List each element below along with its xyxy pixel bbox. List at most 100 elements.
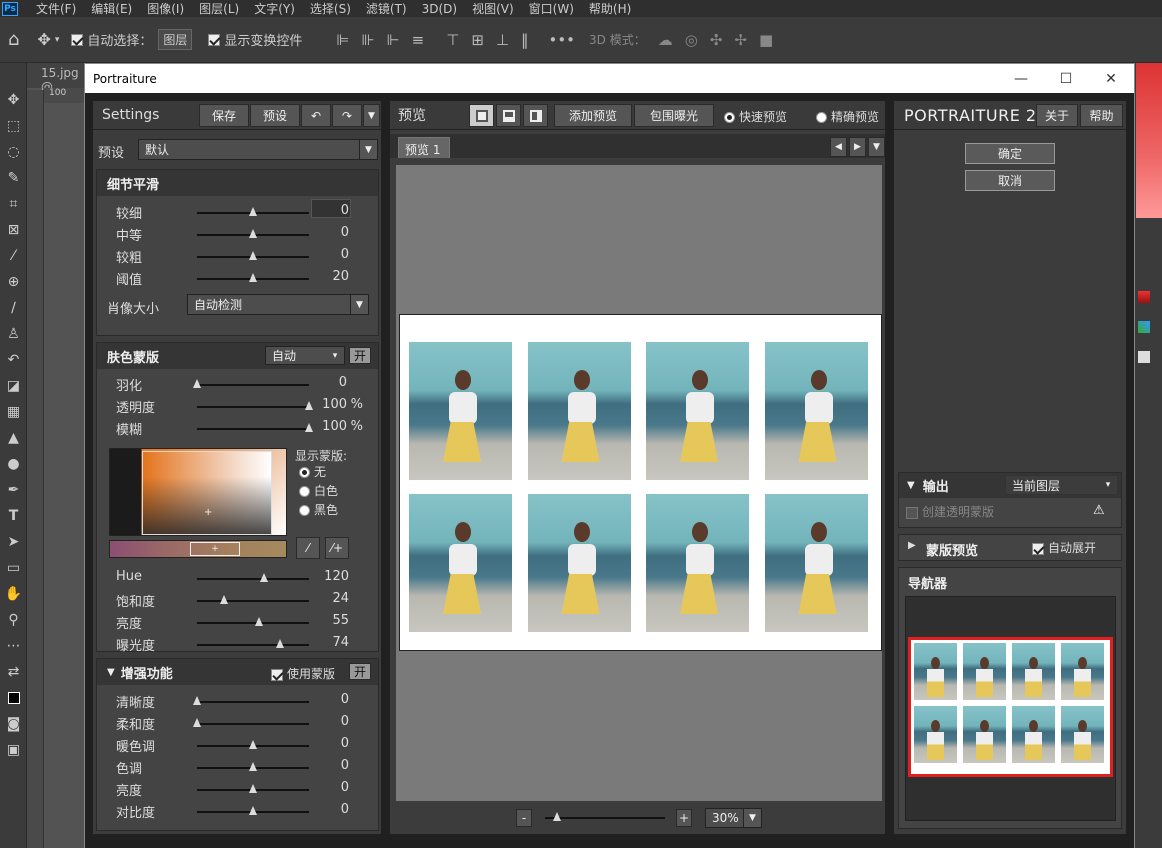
stamp-tool-icon[interactable]: ♙ bbox=[0, 321, 27, 347]
menu-view[interactable]: 视图(V) bbox=[472, 0, 514, 17]
slider-value[interactable]: 0 bbox=[341, 714, 349, 729]
menu-select[interactable]: 选择(S) bbox=[310, 0, 351, 17]
show-mask-black[interactable]: 黑色 bbox=[299, 501, 338, 520]
auto-expand-checkbox[interactable]: 自动展开 bbox=[1032, 539, 1096, 556]
crop-tool-icon[interactable]: ⌗ bbox=[0, 191, 27, 217]
help-button[interactable]: 帮助 bbox=[1080, 104, 1123, 127]
type-tool-icon[interactable]: T bbox=[0, 503, 27, 529]
slider-value[interactable]: 0 bbox=[341, 225, 349, 240]
slider-knob[interactable] bbox=[219, 595, 228, 604]
camera-icon[interactable]: ■ bbox=[759, 31, 773, 49]
show-mask-none[interactable]: 无 bbox=[299, 463, 338, 482]
align-middle-icon[interactable]: ⊞ bbox=[471, 31, 484, 49]
slider-knob[interactable] bbox=[249, 273, 257, 282]
blur-tool-icon[interactable]: ▲ bbox=[0, 425, 27, 451]
clip-exposure-button[interactable]: 包围曝光 bbox=[634, 104, 714, 127]
slider-knob[interactable] bbox=[260, 573, 269, 582]
slider-track[interactable] bbox=[197, 644, 309, 646]
hue-range-window[interactable]: + bbox=[190, 542, 240, 556]
slider-knob[interactable] bbox=[249, 251, 257, 260]
slider-value[interactable]: 0 bbox=[339, 375, 347, 390]
slider-track[interactable] bbox=[197, 723, 309, 725]
slider-value[interactable]: 0 bbox=[341, 203, 349, 218]
swap-colors-icon[interactable]: ⇄ bbox=[0, 659, 27, 685]
maximize-icon[interactable]: ☐ bbox=[1043, 64, 1089, 93]
split-horizontal-icon[interactable] bbox=[496, 104, 521, 127]
swatch-gradient-icon[interactable] bbox=[1138, 321, 1150, 333]
preset-dropdown[interactable]: 默认 ▼ bbox=[138, 139, 378, 160]
slide-icon[interactable]: ✢ bbox=[734, 31, 747, 49]
slider-knob[interactable] bbox=[305, 423, 313, 432]
shape-tool-icon[interactable]: ▭ bbox=[0, 555, 27, 581]
swatch-pattern-icon[interactable] bbox=[1138, 351, 1150, 363]
document-tab[interactable]: 15.jpg @ bbox=[27, 63, 87, 94]
slider-knob[interactable] bbox=[275, 639, 284, 648]
zoom-slider-knob[interactable] bbox=[553, 812, 561, 821]
swatch-red-icon[interactable] bbox=[1138, 291, 1150, 303]
slider-track[interactable] bbox=[197, 622, 309, 624]
hue-range-bar[interactable]: + bbox=[109, 540, 287, 558]
about-button[interactable]: 关于 bbox=[1036, 104, 1078, 127]
navigator-view[interactable] bbox=[905, 596, 1116, 821]
gradient-icon[interactable]: ▦ bbox=[0, 399, 27, 425]
tab-menu-icon[interactable]: ▼ bbox=[868, 137, 885, 157]
ok-button[interactable]: 确定 bbox=[965, 143, 1055, 164]
slider-value[interactable]: 0 bbox=[341, 692, 349, 707]
zoom-out-button[interactable]: - bbox=[516, 809, 532, 827]
skin-mask-on-toggle[interactable]: 开 bbox=[349, 347, 371, 364]
skin-color-picker[interactable]: + bbox=[109, 448, 287, 536]
preset-button[interactable]: 预设 bbox=[250, 104, 300, 127]
menu-layer[interactable]: 图层(L) bbox=[199, 0, 239, 17]
eyedropper-plus-icon[interactable]: ⁄+ bbox=[325, 537, 349, 559]
show-mask-white[interactable]: 白色 bbox=[299, 482, 338, 501]
add-preview-button[interactable]: 添加预览 bbox=[554, 104, 632, 127]
slider-value[interactable]: 20 bbox=[332, 269, 349, 284]
align-top-icon[interactable]: ⊤ bbox=[446, 31, 459, 49]
chevron-down-icon[interactable]: ▾ bbox=[55, 35, 60, 45]
slider-knob[interactable] bbox=[249, 762, 257, 771]
align-bottom-icon[interactable]: ⊥ bbox=[496, 31, 509, 49]
redo-icon[interactable]: ↷ bbox=[332, 104, 362, 127]
eyedropper-icon[interactable]: ⁄ bbox=[0, 243, 27, 269]
slider-value[interactable]: 24 bbox=[332, 591, 349, 606]
use-mask-checkbox[interactable]: 使用蒙版 bbox=[271, 665, 335, 682]
mask-preview-section[interactable]: ▶ 蒙版预览 自动展开 bbox=[898, 534, 1122, 561]
slider-knob[interactable] bbox=[249, 784, 257, 793]
roll-icon[interactable]: ◎ bbox=[685, 31, 698, 49]
screen-mode-icon[interactable]: ▣ bbox=[0, 737, 27, 763]
single-view-icon[interactable] bbox=[469, 104, 494, 127]
home-icon[interactable]: ⌂ bbox=[8, 29, 19, 50]
brush-tool-icon[interactable]: ∕ bbox=[0, 295, 27, 321]
eraser-icon[interactable]: ◪ bbox=[0, 373, 27, 399]
distribute-icon[interactable]: ≡ bbox=[412, 31, 425, 49]
align-right-icon[interactable]: ⊩ bbox=[387, 31, 400, 49]
slider-value[interactable]: 120 bbox=[324, 569, 349, 584]
zoom-dropdown[interactable]: 30% ▼ bbox=[705, 808, 762, 828]
slider-knob[interactable] bbox=[254, 617, 263, 626]
slider-knob[interactable] bbox=[193, 696, 201, 705]
marquee-tool-icon[interactable]: ⬚ bbox=[0, 113, 27, 139]
accurate-preview-radio[interactable]: 精确预览 bbox=[816, 108, 879, 125]
slider-track[interactable] bbox=[197, 701, 309, 703]
slider-track[interactable] bbox=[197, 384, 309, 386]
pen-tool-icon[interactable]: ✒ bbox=[0, 477, 27, 503]
enhance-on-toggle[interactable]: 开 bbox=[349, 663, 371, 680]
more-tools-icon[interactable]: ⋯ bbox=[0, 633, 27, 659]
settings-menu-icon[interactable]: ▼ bbox=[363, 104, 380, 127]
enhance-header[interactable]: ▼ 增强功能 bbox=[97, 659, 378, 685]
menu-type[interactable]: 文字(Y) bbox=[254, 0, 295, 17]
hand-tool-icon[interactable]: ✋ bbox=[0, 581, 27, 607]
path-select-icon[interactable]: ➤ bbox=[0, 529, 27, 555]
frame-tool-icon[interactable]: ⊠ bbox=[0, 217, 27, 243]
detail-smoothing-header[interactable]: 细节平滑 bbox=[97, 170, 378, 196]
slider-value[interactable]: 100 bbox=[322, 397, 347, 412]
auto-select-dropdown[interactable]: 图层 bbox=[158, 29, 193, 50]
slider-value[interactable]: 0 bbox=[341, 758, 349, 773]
split-vertical-icon[interactable] bbox=[523, 104, 548, 127]
slider-knob[interactable] bbox=[249, 207, 257, 216]
slider-track[interactable] bbox=[197, 428, 309, 430]
slider-knob[interactable] bbox=[193, 718, 201, 727]
auto-select-checkbox[interactable] bbox=[71, 32, 87, 47]
menu-help[interactable]: 帮助(H) bbox=[589, 0, 631, 17]
slider-value[interactable]: 55 bbox=[332, 613, 349, 628]
